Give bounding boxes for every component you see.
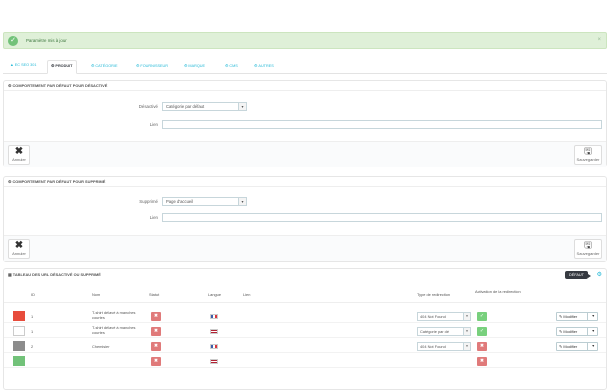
modify-button[interactable]: ✎ Modifier ▼ xyxy=(556,342,598,351)
status-disabled-icon[interactable]: ✖ xyxy=(151,327,161,336)
panel-heading: ⚙COMPORTEMENT PAR DÉFAUT POUR SUPPRIMÉ xyxy=(4,177,606,187)
status-disabled-icon[interactable]: ✖ xyxy=(151,357,161,366)
panel-heading: ⚙COMPORTEMENT PAR DÉFAUT POUR DÉSACTIVÉ xyxy=(4,81,606,91)
table-row[interactable]: 2 Chemisier ✖ 404 Not Found ▾ ✖ ✎ Modifie… xyxy=(4,340,606,353)
tab-categorie[interactable]: ⚙CATÉGORIE xyxy=(88,63,121,68)
deleted-redirect-select[interactable]: Page d'accueil ▾ xyxy=(162,197,247,206)
col-name: Nom xyxy=(92,292,101,297)
activation-on-icon[interactable]: ✓ xyxy=(477,312,487,321)
gear-icon: ⚙ xyxy=(8,179,12,184)
tab-marque[interactable]: ⚙MARQUE xyxy=(181,63,208,68)
product-thumbnail xyxy=(13,326,25,336)
gear-icon: ⚙ xyxy=(184,64,188,68)
disabled-link-label: Lien xyxy=(149,122,158,127)
gear-icon: ⚙ xyxy=(225,64,229,68)
alert-message: Paramètre mis à jour xyxy=(26,38,67,43)
deleted-select-label: Supprimé xyxy=(139,199,158,204)
save-button[interactable]: 🖫 Sauvegarder xyxy=(574,239,602,259)
flag-fr-icon xyxy=(210,344,218,349)
cancel-button[interactable]: ✖ Annuler xyxy=(8,239,30,259)
activation-off-icon[interactable]: ✖ xyxy=(477,342,487,351)
activation-off-icon[interactable]: ✖ xyxy=(477,357,487,366)
deleted-behavior-panel: ⚙COMPORTEMENT PAR DÉFAUT POUR SUPPRIMÉ S… xyxy=(3,176,607,262)
status-disabled-icon[interactable]: ✖ xyxy=(151,312,161,321)
col-activation: Activation de la redirection xyxy=(475,289,521,294)
col-lang: Langue xyxy=(208,292,221,297)
disabled-behavior-panel: ⚙COMPORTEMENT PAR DÉFAUT POUR DÉSACTIVÉ … xyxy=(3,80,607,167)
disabled-link-input[interactable] xyxy=(162,120,602,129)
tab-cms[interactable]: ⚙CMS xyxy=(222,63,241,68)
col-id: ID xyxy=(31,292,35,297)
save-button[interactable]: 🖫 Sauvegarder xyxy=(574,145,602,165)
col-status: Statut xyxy=(149,292,160,297)
chevron-down-icon: ▾ xyxy=(463,343,470,350)
product-thumbnail xyxy=(13,356,25,366)
tab-produit[interactable]: ⚙PRODUIT xyxy=(47,60,77,74)
col-link: Lien xyxy=(243,292,251,297)
col-redirect: Type de redirection xyxy=(417,292,451,297)
gear-icon: ⚙ xyxy=(91,64,95,68)
close-icon[interactable]: × xyxy=(597,37,601,43)
floppy-disk-icon: 🖫 xyxy=(584,146,592,156)
deleted-link-label: Lien xyxy=(149,215,158,220)
table-row[interactable]: 1 T-shirt délavé à manches courtes ✖ 404… xyxy=(4,310,606,323)
table-row[interactable]: ✖ ✖ xyxy=(4,355,606,368)
modify-button[interactable]: ✎ Modifier ▼ xyxy=(556,327,598,336)
caret-down-icon[interactable]: ▼ xyxy=(592,343,595,350)
caret-down-icon[interactable]: ▼ xyxy=(592,313,595,320)
panel-footer: ✖ Annuler 🖫 Sauvegarder xyxy=(4,235,606,261)
product-thumbnail xyxy=(13,341,25,351)
chevron-down-icon: ▾ xyxy=(463,328,470,335)
gear-icon[interactable]: ⚙ xyxy=(597,271,602,278)
table-row[interactable]: 1 T-shirt délavé à manches courtes ✖ Cat… xyxy=(4,325,606,338)
gear-icon: ⚙ xyxy=(254,64,258,68)
activation-on-icon[interactable]: ✓ xyxy=(477,327,487,336)
disabled-redirect-select[interactable]: Catégorie par défaut ▾ xyxy=(162,102,247,111)
tab-fournisseur[interactable]: ⚙FOURNISSEUR xyxy=(133,63,171,68)
redirect-type-select[interactable]: 404 Not Found ▾ xyxy=(417,312,471,321)
close-icon: ✖ xyxy=(14,146,24,157)
close-icon: ✖ xyxy=(14,240,24,251)
module-tabs: ▲EC SEO 301 ⚙PRODUIT ⚙CATÉGORIE ⚙FOURNIS… xyxy=(3,60,607,74)
table-header: ID Nom Statut Langue Lien Type de redire… xyxy=(4,289,606,303)
redirect-type-select[interactable]: 404 Not Found ▾ xyxy=(417,342,471,351)
redirect-type-select[interactable]: Catégorie par dé ▾ xyxy=(417,327,471,336)
chart-icon: ▲ xyxy=(10,63,14,67)
product-thumbnail xyxy=(13,311,25,321)
caret-down-icon[interactable]: ▼ xyxy=(592,328,595,335)
success-alert: ✓ Paramètre mis à jour × xyxy=(3,32,607,49)
flag-us-icon xyxy=(210,359,218,364)
deleted-link-input[interactable] xyxy=(162,213,602,222)
flag-fr-icon xyxy=(210,314,218,319)
status-disabled-icon[interactable]: ✖ xyxy=(151,342,161,351)
panel-heading: ▦ TABLEAU DES URL DÉSACTIVÉ OU SUPPRIMÉ xyxy=(8,272,101,277)
chevron-down-icon: ▾ xyxy=(463,313,470,320)
chevron-down-icon: ▾ xyxy=(238,198,246,205)
tab-autres[interactable]: ⚙AUTRES xyxy=(251,63,277,68)
check-circle-icon: ✓ xyxy=(8,36,18,46)
gear-icon: ⚙ xyxy=(51,64,55,68)
redirect-table-panel: ▦ TABLEAU DES URL DÉSACTIVÉ OU SUPPRIMÉ … xyxy=(3,268,607,390)
gear-icon: ⚙ xyxy=(136,64,140,68)
modify-button[interactable]: ✎ Modifier ▼ xyxy=(556,312,598,321)
cancel-button[interactable]: ✖ Annuler xyxy=(8,145,30,165)
gear-icon: ⚙ xyxy=(8,83,12,88)
tab-ec-seo-301[interactable]: ▲EC SEO 301 xyxy=(7,63,40,67)
floppy-disk-icon: 🖫 xyxy=(584,240,592,250)
disabled-select-label: Désactivé xyxy=(138,104,158,109)
flag-us-icon xyxy=(210,329,218,334)
chevron-down-icon: ▾ xyxy=(238,103,246,110)
tooltip-badge: DÉFAUT xyxy=(565,271,591,279)
panel-footer: ✖ Annuler 🖫 Sauvegarder xyxy=(4,141,606,167)
